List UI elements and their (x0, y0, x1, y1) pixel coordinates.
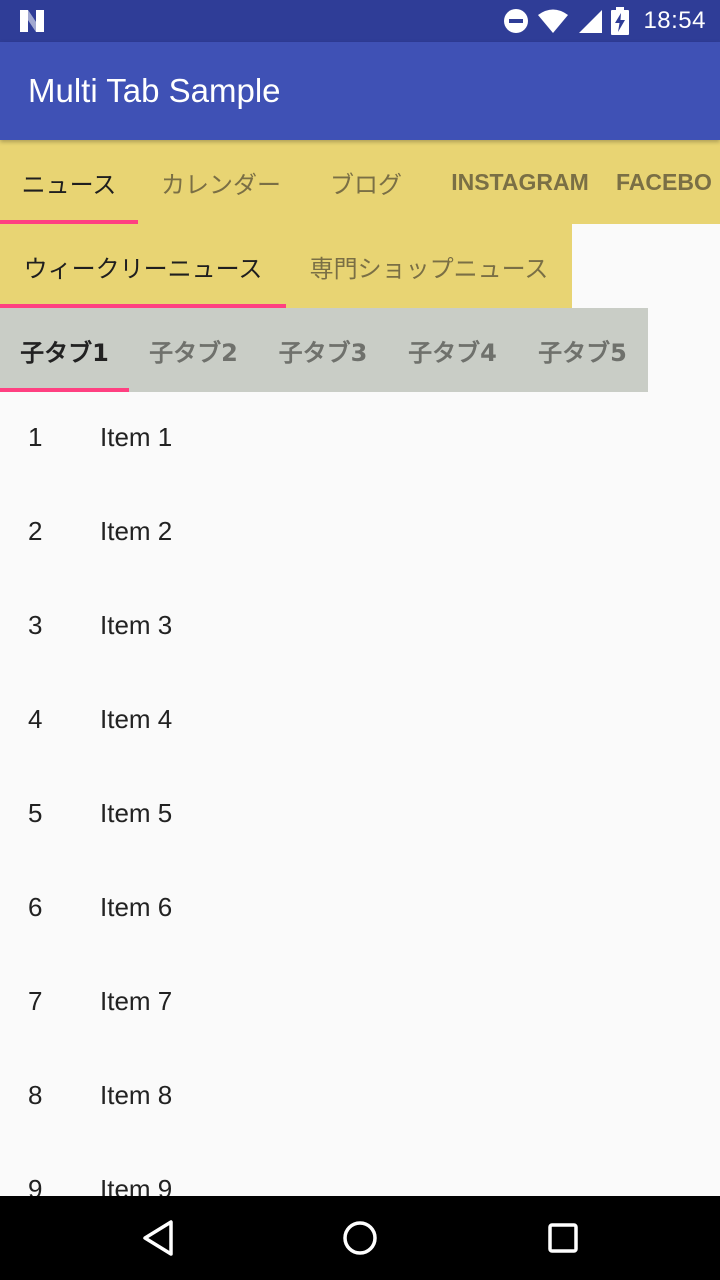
item-label: Item 9 (100, 1174, 173, 1196)
item-number: 6 (28, 892, 43, 922)
battery-charging-icon (611, 7, 630, 35)
item-number: 2 (28, 516, 43, 546)
wifi-icon (538, 9, 569, 33)
item-label: Item 7 (100, 986, 173, 1016)
tab-child-5[interactable]: 子タブ5 (517, 308, 648, 392)
tab-label: ニュース (21, 170, 117, 199)
tab-child-1[interactable]: 子タブ1 (0, 308, 129, 392)
list-item[interactable]: 9 Item 9 (0, 1144, 720, 1196)
tab-label: 専門ショップニュース (309, 254, 549, 283)
list-item[interactable]: 2 Item 2 (0, 486, 720, 580)
tab-label: 子タブ1 (20, 338, 109, 367)
item-label: Item 1 (100, 422, 173, 452)
tab-news[interactable]: ニュース (0, 140, 138, 224)
item-label: Item 3 (100, 610, 173, 640)
tab-instagram[interactable]: INSTAGRAM (428, 140, 612, 224)
list-item[interactable]: 6 Item 6 (0, 862, 720, 956)
tab-label: 子タブ4 (408, 338, 497, 367)
tab-facebook[interactable]: FACEBO (612, 140, 720, 224)
tab-label: FACEBO (616, 168, 712, 195)
home-icon[interactable] (338, 1216, 382, 1260)
item-number: 7 (28, 986, 43, 1016)
tab-label: ブログ (330, 170, 402, 199)
item-label: Item 5 (100, 798, 173, 828)
back-icon[interactable] (137, 1216, 181, 1260)
item-label: Item 2 (100, 516, 173, 546)
tab-calendar[interactable]: カレンダー (138, 140, 304, 224)
tab-label: カレンダー (161, 170, 281, 199)
child-tab-bar: 子タブ1 子タブ2 子タブ3 子タブ4 子タブ5 (0, 308, 648, 392)
tab-shop-news[interactable]: 専門ショップニュース (286, 224, 572, 308)
item-number: 4 (28, 704, 43, 734)
tab-label: 子タブ2 (149, 338, 238, 367)
item-number: 5 (28, 798, 43, 828)
tab-child-3[interactable]: 子タブ3 (258, 308, 388, 392)
item-number: 3 (28, 610, 43, 640)
item-label: Item 8 (100, 1080, 173, 1110)
tab-label: INSTAGRAM (451, 168, 589, 195)
item-label: Item 6 (100, 892, 173, 922)
tab-label: 子タブ5 (538, 338, 627, 367)
clock: 18:54 (643, 7, 706, 34)
item-number: 1 (28, 422, 43, 452)
item-list[interactable]: 1 Item 1 2 Item 2 3 Item 3 4 Item 4 5 It… (0, 392, 720, 1196)
item-label: Item 4 (100, 704, 173, 734)
tab-weekly-news[interactable]: ウィークリーニュース (0, 224, 286, 308)
cell-signal-icon (579, 10, 603, 33)
app-title: Multi Tab Sample (28, 72, 281, 109)
list-item[interactable]: 8 Item 8 (0, 1050, 720, 1144)
do-not-disturb-icon (504, 9, 529, 33)
tab-blog[interactable]: ブログ (304, 140, 428, 224)
tab-label: 子タブ3 (278, 338, 368, 367)
app-bar: Multi Tab Sample (0, 42, 720, 140)
list-item[interactable]: 5 Item 5 (0, 768, 720, 862)
list-item[interactable]: 7 Item 7 (0, 956, 720, 1050)
navigation-bar (0, 1196, 720, 1280)
list-item[interactable]: 1 Item 1 (0, 392, 720, 486)
tab-label: ウィークリーニュース (23, 254, 263, 283)
recents-icon[interactable] (541, 1216, 585, 1260)
tab-child-4[interactable]: 子タブ4 (388, 308, 517, 392)
main-tab-bar: ニュース カレンダー ブログ INSTAGRAM FACEBO (0, 140, 720, 224)
list-item[interactable]: 4 Item 4 (0, 674, 720, 768)
item-number: 9 (28, 1174, 43, 1196)
n-logo-icon (20, 10, 44, 32)
item-number: 8 (28, 1080, 43, 1110)
sub-tab-bar: ウィークリーニュース 専門ショップニュース (0, 224, 572, 308)
list-item[interactable]: 3 Item 3 (0, 580, 720, 674)
tab-child-2[interactable]: 子タブ2 (129, 308, 258, 392)
status-bar: 18:54 (0, 0, 720, 42)
